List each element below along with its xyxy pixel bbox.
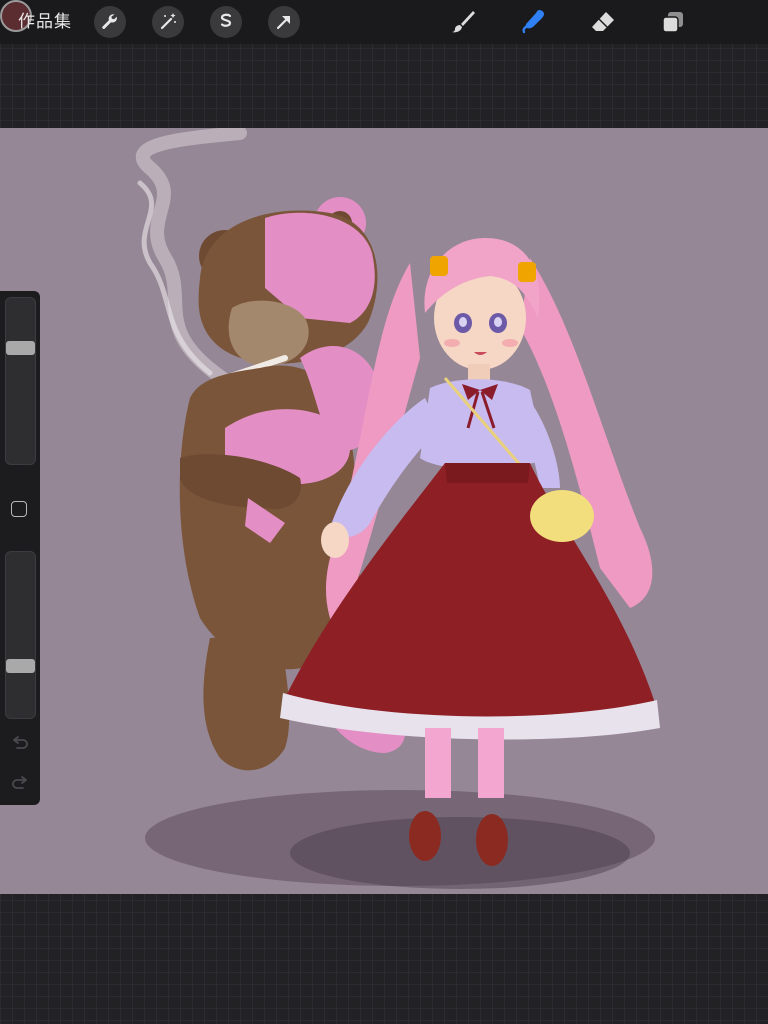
- adjustments-button[interactable]: [152, 6, 184, 38]
- brush-icon: [452, 11, 475, 33]
- brush-opacity-slider[interactable]: [5, 551, 36, 719]
- eraser-icon: [592, 12, 614, 31]
- layers-button[interactable]: [657, 6, 689, 38]
- gallery-button[interactable]: 作品集: [18, 10, 72, 34]
- brush-sidebar: [0, 291, 40, 805]
- eraser-button[interactable]: [587, 6, 619, 38]
- magic-wand-icon: [160, 13, 176, 30]
- artwork-illustration: [135, 128, 660, 889]
- paint-brush-button[interactable]: [447, 6, 479, 38]
- smudge-icon: [522, 10, 544, 34]
- wrench-icon: [102, 14, 117, 30]
- undo-button[interactable]: [9, 735, 31, 753]
- transform-button[interactable]: [268, 6, 300, 38]
- smudge-button[interactable]: [517, 6, 549, 38]
- selection-button[interactable]: [210, 6, 242, 38]
- transform-arrow-icon: [276, 16, 290, 30]
- top-toolbar: 作品集: [0, 0, 768, 44]
- brush-opacity-thumb[interactable]: [6, 659, 35, 673]
- selection-icon: [220, 13, 232, 27]
- brush-size-slider[interactable]: [5, 297, 36, 465]
- layers-icon: [662, 12, 683, 33]
- modify-button[interactable]: [11, 501, 27, 517]
- brush-size-thumb[interactable]: [6, 341, 35, 355]
- actions-wrench-button[interactable]: [94, 6, 126, 38]
- drawing-canvas[interactable]: [0, 128, 768, 894]
- undo-icon: [13, 736, 28, 749]
- redo-button[interactable]: [9, 775, 31, 793]
- redo-icon: [12, 776, 27, 789]
